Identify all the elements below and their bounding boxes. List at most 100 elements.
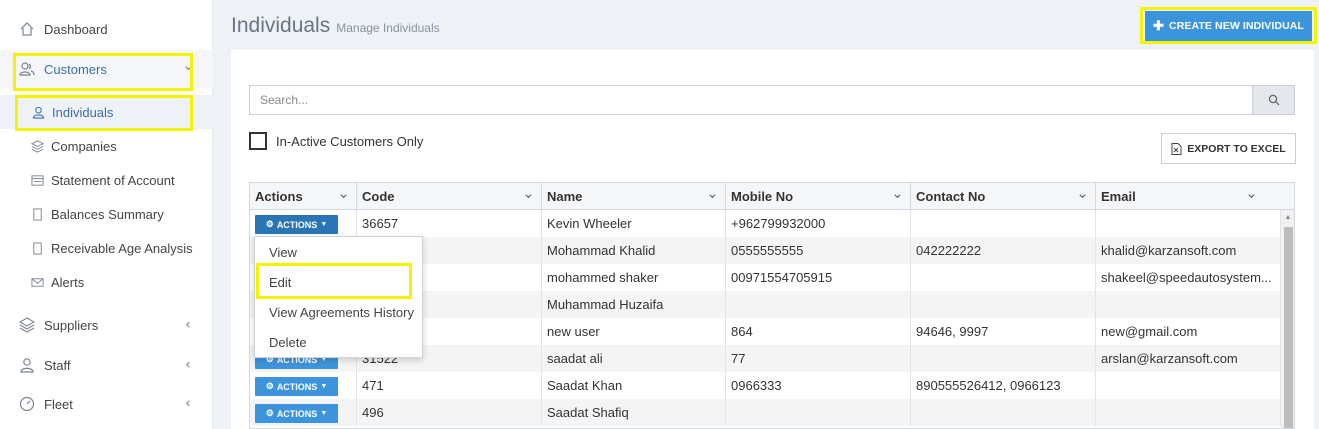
cell-code: 36657 (357, 210, 542, 237)
chevron-left-icon (183, 359, 193, 369)
layers-icon (18, 316, 36, 334)
sidebar-item-staff[interactable]: Staff (0, 346, 213, 384)
cell-code: 471 (357, 372, 542, 399)
actions-button-label: ACTIONS (276, 408, 318, 419)
cell-name: new user (542, 318, 726, 345)
sidebar-subitem-balances-summary[interactable]: Balances Summary (0, 197, 213, 231)
sidebar-subitem-individuals[interactable]: Individuals (0, 95, 213, 129)
caret-down-icon: ▼ (320, 383, 328, 390)
column-header-contact[interactable]: Contact No (911, 183, 1096, 209)
cell-contact (911, 399, 1096, 426)
home-icon (18, 20, 36, 38)
chevron-down-icon (894, 194, 901, 199)
sidebar-item-label: Fleet (44, 396, 73, 412)
sidebar-item-fleet[interactable]: Fleet (0, 385, 213, 423)
search-box (249, 85, 1295, 115)
scroll-up-arrow-icon[interactable]: ▲ (1281, 210, 1294, 224)
cell-contact: 042222222 (911, 237, 1096, 264)
page-title: Individuals Manage Individuals (231, 14, 440, 38)
column-header-actions[interactable]: Actions (250, 183, 357, 209)
export-label: EXPORT TO EXCEL (1187, 142, 1286, 155)
search-icon (1268, 94, 1279, 106)
actions-cell: ⚙ ACTIONS ▼ (250, 372, 357, 399)
search-button[interactable] (1252, 86, 1294, 114)
menu-item-view-agreements-history[interactable]: View Agreements History (255, 297, 424, 327)
cell-name: Mohammad Khalid (542, 237, 726, 264)
menu-item-edit[interactable]: Edit (255, 267, 424, 297)
cell-mobile: 0555555555 (726, 237, 911, 264)
actions-button[interactable]: ⚙ ACTIONS ▼ (255, 215, 338, 234)
scroll-thumb[interactable] (1284, 227, 1293, 428)
sidebar-item-dashboard[interactable]: Dashboard (0, 10, 213, 48)
cell-mobile: 77 (726, 345, 911, 372)
cell-name: Saadat Khan (542, 372, 726, 399)
sidebar-subitem-companies[interactable]: Companies (0, 129, 213, 163)
cell-name: saadat ali (542, 345, 726, 372)
document-icon (30, 207, 44, 221)
create-new-individual-button[interactable]: ✚ CREATE NEW INDIVIDUAL (1145, 11, 1312, 41)
cell-email (1096, 291, 1281, 318)
chevron-down-icon (709, 194, 716, 199)
cell-mobile (726, 399, 911, 426)
menu-item-delete[interactable]: Delete (255, 327, 424, 357)
cell-contact (911, 291, 1096, 318)
chevron-down-icon (1079, 194, 1086, 199)
actions-button[interactable]: ⚙ ACTIONS ▼ (255, 404, 338, 423)
column-header-email[interactable]: Email (1096, 183, 1294, 209)
cell-email: new@gmail.com (1096, 318, 1281, 345)
sidebar-subitem-statement-of-account[interactable]: Statement of Account (0, 163, 213, 197)
vertical-scrollbar[interactable]: ▲ (1281, 210, 1294, 428)
envelope-icon (30, 275, 44, 289)
cell-contact (911, 264, 1096, 291)
column-header-name[interactable]: Name (542, 183, 726, 209)
actions-dropdown-menu: View Edit View Agreements History Delete (254, 236, 423, 358)
gear-icon: ⚙ (265, 219, 274, 229)
table-row: ⚙ ACTIONS ▼ 496 Saadat Shafiq (250, 399, 1281, 426)
sidebar-item-label: Suppliers (44, 317, 99, 333)
chevron-left-icon (183, 319, 193, 329)
cell-name: Saadat Shafiq (542, 399, 726, 426)
sidebar-subitem-label: Alerts (51, 274, 85, 290)
cell-email: shakeel@speedautosystem... (1096, 264, 1281, 291)
cell-mobile: +962799932000 (726, 210, 911, 237)
sidebar-subitem-label: Statement of Account (51, 172, 175, 188)
create-button-label: CREATE NEW INDIVIDUAL (1169, 20, 1304, 32)
cell-name: mohammed shaker (542, 264, 726, 291)
chevron-down-icon (183, 63, 193, 73)
cell-mobile: 864 (726, 318, 911, 345)
sidebar-subitem-alerts[interactable]: Alerts (0, 265, 213, 299)
actions-cell: ⚙ ACTIONS ▼ (250, 399, 357, 426)
actions-button[interactable]: ⚙ ACTIONS ▼ (255, 377, 338, 396)
sidebar-item-suppliers[interactable]: Suppliers (0, 306, 213, 344)
export-to-excel-button[interactable]: EXPORT TO EXCEL (1161, 133, 1296, 164)
inactive-customers-checkbox[interactable] (249, 132, 267, 150)
sidebar-subitem-label: Receivable Age Analysis (51, 240, 193, 256)
cell-contact (911, 345, 1096, 372)
chevron-down-icon (525, 194, 532, 199)
plus-icon: ✚ (1153, 18, 1165, 33)
layers-icon (30, 139, 44, 153)
page-subtitle: Manage Individuals (336, 21, 440, 35)
column-header-mobile[interactable]: Mobile No (726, 183, 911, 209)
search-input[interactable] (250, 86, 1250, 114)
cell-mobile (726, 291, 911, 318)
actions-cell: ⚙ ACTIONS ▼ (250, 210, 357, 237)
sidebar-subitem-label: Balances Summary (51, 206, 164, 222)
inactive-customers-label: In-Active Customers Only (276, 134, 424, 149)
table-row: ⚙ ACTIONS ▼ 471 Saadat Khan 0966333 8905555264… (250, 372, 1281, 399)
sidebar-subitem-receivable-age-analysis[interactable]: Receivable Age Analysis (0, 231, 213, 265)
sidebar-subitem-label: Companies (51, 138, 117, 154)
chevron-down-icon (1248, 194, 1255, 199)
cell-email (1096, 372, 1281, 399)
menu-item-view[interactable]: View (255, 237, 424, 267)
chevron-down-icon (340, 194, 347, 199)
sidebar-item-customers[interactable]: Customers (0, 50, 213, 88)
cell-contact: 890555526412, 0966123 (911, 372, 1096, 399)
cell-email: arslan@karzansoft.com (1096, 345, 1281, 372)
users-icon (18, 60, 36, 78)
page-title-text: Individuals (231, 14, 331, 37)
column-header-code[interactable]: Code (357, 183, 542, 209)
actions-button-label: ACTIONS (276, 381, 318, 392)
actions-button-label: ACTIONS (276, 219, 318, 230)
chevron-left-icon (183, 398, 193, 408)
